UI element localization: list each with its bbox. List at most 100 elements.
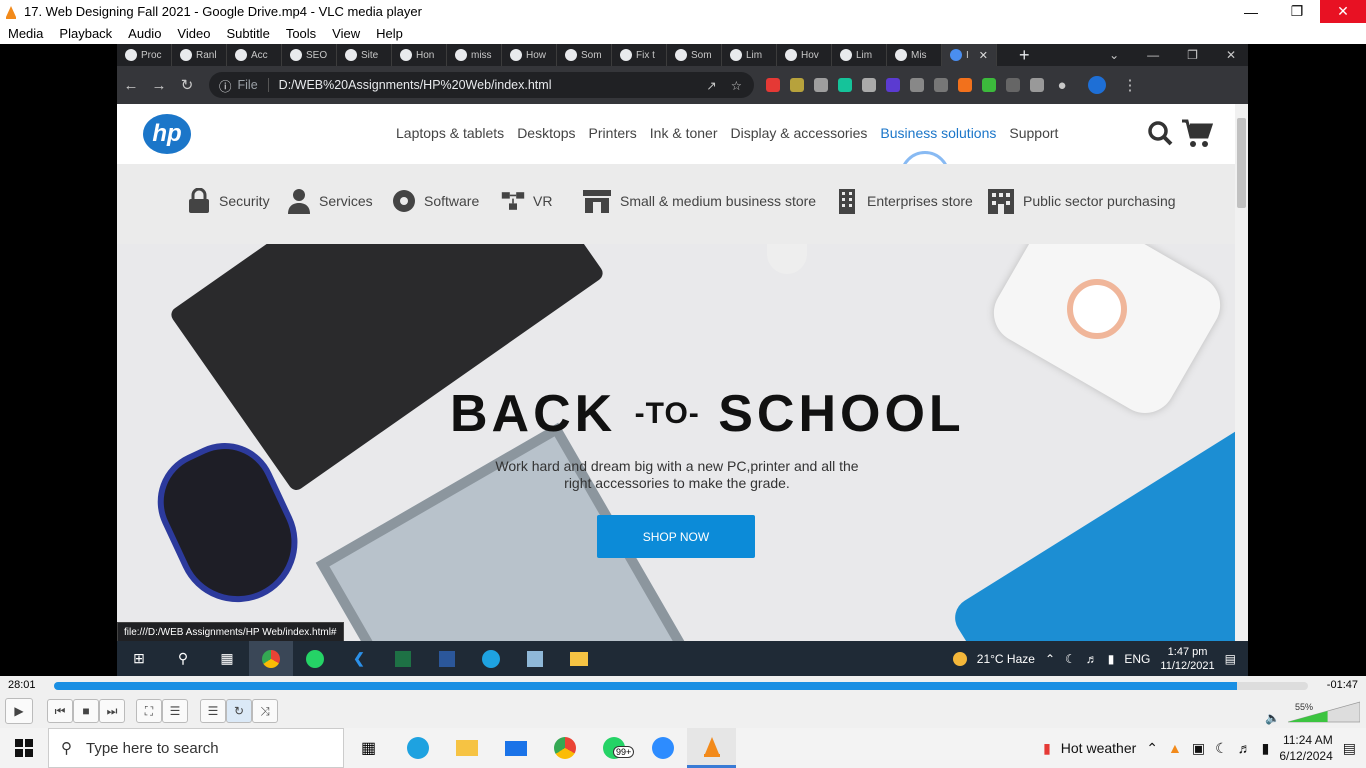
kebab-menu-icon[interactable]: ⋮ <box>1116 76 1144 94</box>
seek-bar[interactable] <box>54 682 1308 690</box>
volume-icon[interactable]: 🔈 <box>1265 711 1280 725</box>
extension-icon[interactable] <box>910 78 924 92</box>
play-button[interactable]: ▶ <box>5 698 33 724</box>
cart-icon[interactable] <box>1181 118 1213 148</box>
subnav-enterprise-store[interactable]: Enterprises store <box>835 188 973 214</box>
subnav-smb-store[interactable]: Small & medium business store <box>582 188 816 214</box>
file-explorer-icon[interactable] <box>557 641 601 676</box>
tab-search-icon[interactable]: ⌄ <box>1109 48 1119 62</box>
previous-button[interactable]: ⏮ <box>47 699 73 723</box>
recorded-lang[interactable]: ENG <box>1124 652 1150 666</box>
edge-icon[interactable] <box>393 728 442 768</box>
browser-tab[interactable]: Site <box>337 44 392 66</box>
minimize-button[interactable]: — <box>1228 0 1274 23</box>
extension-icon[interactable] <box>790 78 804 92</box>
loop-button[interactable]: ↻ <box>226 699 252 723</box>
subnav-public-sector[interactable]: Public sector purchasing <box>987 188 1176 214</box>
browser-tab[interactable]: Som <box>667 44 722 66</box>
subnav-services[interactable]: Services <box>287 188 373 214</box>
subnav-security[interactable]: Security <box>187 188 270 214</box>
stop-button[interactable]: ■ <box>73 699 99 723</box>
notification-icon[interactable]: ▤ <box>1225 652 1236 666</box>
extension-icon[interactable] <box>1030 78 1044 92</box>
extension-icon[interactable] <box>934 78 948 92</box>
browser-tab[interactable]: Mis <box>887 44 942 66</box>
video-area[interactable]: Proc Ranl Acc SEO Site Hon miss How Som … <box>0 44 1366 676</box>
forward-icon[interactable]: → <box>145 77 173 94</box>
grammarly-icon[interactable] <box>838 78 852 92</box>
new-tab-icon[interactable]: + <box>1019 45 1030 66</box>
playlist-button[interactable]: ☰ <box>200 699 226 723</box>
menu-audio[interactable]: Audio <box>120 26 169 41</box>
zoom-icon[interactable] <box>638 728 687 768</box>
browser-tab[interactable]: Som <box>557 44 612 66</box>
host-weather-text[interactable]: Hot weather <box>1061 740 1136 756</box>
host-clock[interactable]: 11:24 AM 6/12/2024 <box>1279 732 1332 764</box>
mail-icon[interactable] <box>491 728 540 768</box>
tray-chevron-icon[interactable]: ⌃ <box>1045 652 1055 666</box>
extension-icon[interactable] <box>886 78 900 92</box>
browser-tab[interactable]: Proc <box>117 44 172 66</box>
search-icon[interactable]: ⚲ <box>161 641 205 676</box>
close-button[interactable]: ✕ <box>1320 0 1366 23</box>
nav-printers[interactable]: Printers <box>589 125 637 141</box>
nav-ink-toner[interactable]: Ink & toner <box>650 125 718 141</box>
browser-tab[interactable]: Hov <box>777 44 832 66</box>
meet-icon[interactable]: ▣ <box>1192 740 1205 757</box>
extension-icon[interactable] <box>1006 78 1020 92</box>
speaker-icon[interactable]: ♬ <box>1238 740 1252 756</box>
browser-tab[interactable]: Hon <box>392 44 447 66</box>
extension-icon[interactable] <box>982 78 996 92</box>
whatsapp-icon[interactable] <box>293 641 337 676</box>
excel-icon[interactable] <box>381 641 425 676</box>
subnav-vr[interactable]: VR <box>501 188 552 214</box>
menu-video[interactable]: Video <box>169 26 218 41</box>
notifications-icon[interactable]: ▤ <box>1343 740 1356 757</box>
windows-start-icon[interactable]: ⊞ <box>117 641 161 676</box>
menu-media[interactable]: Media <box>0 26 51 41</box>
tray-chevron-icon[interactable]: ⌃ <box>1146 740 1158 757</box>
search-icon[interactable] <box>1147 120 1173 146</box>
nav-display-accessories[interactable]: Display & accessories <box>730 125 867 141</box>
share-icon[interactable]: ↗ <box>706 78 716 93</box>
info-icon[interactable]: ⓘ <box>219 76 232 95</box>
browser-tab[interactable]: SEO <box>282 44 337 66</box>
back-icon[interactable]: ← <box>117 77 145 94</box>
extension-icon[interactable] <box>814 78 828 92</box>
browser-tab-active[interactable]: I ✕ <box>942 44 997 66</box>
nav-support[interactable]: Support <box>1009 125 1058 141</box>
next-button[interactable]: ⏭ <box>99 699 125 723</box>
vlc-tray-icon[interactable]: ▲ <box>1168 740 1182 756</box>
browser-tab[interactable]: Fix t <box>612 44 667 66</box>
shop-now-button[interactable]: SHOP NOW <box>597 515 755 558</box>
word-icon[interactable] <box>425 641 469 676</box>
hp-logo[interactable]: hp <box>143 114 191 154</box>
nav-laptops-tablets[interactable]: Laptops & tablets <box>396 125 504 141</box>
browser-restore-icon[interactable]: ❐ <box>1187 48 1198 62</box>
chrome-icon[interactable] <box>540 728 589 768</box>
menu-help[interactable]: Help <box>368 26 411 41</box>
remaining-time[interactable]: -01:47 <box>1327 679 1358 691</box>
browser-tab[interactable]: Ranl <box>172 44 227 66</box>
recorded-weather-text[interactable]: 21°C Haze <box>977 652 1035 666</box>
puzzle-icon[interactable]: ● <box>1054 77 1070 94</box>
vscode-icon[interactable]: ❮ <box>337 641 381 676</box>
menu-view[interactable]: View <box>324 26 368 41</box>
tab-close-icon[interactable]: ✕ <box>979 49 988 62</box>
nav-business-solutions[interactable]: Business solutions <box>880 125 996 141</box>
reload-icon[interactable]: ↻ <box>173 76 201 94</box>
browser-tab[interactable]: Lim <box>832 44 887 66</box>
address-bar[interactable]: ⓘ File D:/WEB%20Assignments/HP%20Web/ind… <box>209 72 754 98</box>
scrollbar-thumb[interactable] <box>1237 118 1246 208</box>
extension-icon[interactable] <box>958 78 972 92</box>
extension-icon[interactable] <box>766 78 780 92</box>
recorded-clock[interactable]: 1:47 pm 11/12/2021 <box>1160 645 1214 673</box>
menu-playback[interactable]: Playback <box>51 26 120 41</box>
extended-settings-button[interactable]: ☰ <box>162 699 188 723</box>
extension-icon[interactable] <box>862 78 876 92</box>
browser-tab[interactable]: Acc <box>227 44 282 66</box>
menu-subtitle[interactable]: Subtitle <box>218 26 277 41</box>
menu-tools[interactable]: Tools <box>278 26 324 41</box>
speaker-icon[interactable]: ♬ <box>1086 652 1098 666</box>
browser-tab[interactable]: Lim <box>722 44 777 66</box>
